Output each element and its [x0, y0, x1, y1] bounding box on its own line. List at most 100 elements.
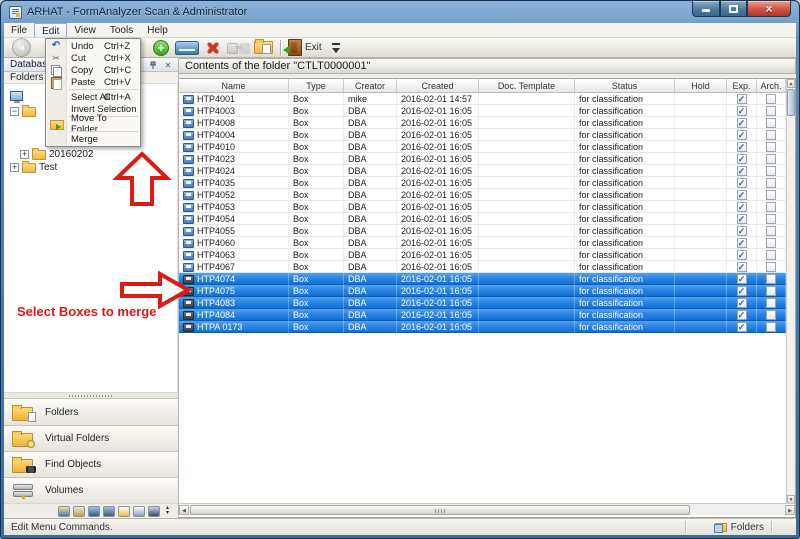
table-row[interactable]: HTP4083 Box DBA 2016-02-01 16:05 for classif…	[179, 297, 795, 309]
column-header-type[interactable]: Type	[289, 79, 344, 93]
table-row[interactable]: HTP4053 Box DBA 2016-02-01 16:05 for classif…	[179, 201, 795, 213]
table-row[interactable]: HTP4052 Box DBA 2016-02-01 16:05 for classif…	[179, 189, 795, 201]
menu-item-move-to-folder[interactable]: Move To Folder...	[46, 113, 140, 135]
menu-item-select-all[interactable]: Select All Ctrl+A	[46, 91, 140, 103]
column-header-arch[interactable]: Arch.	[757, 79, 786, 93]
table-row[interactable]: HTP4063 Box DBA 2016-02-01 16:05 for classif…	[179, 249, 795, 261]
nav-volumes[interactable]: Volumes	[4, 477, 178, 503]
exp-checkbox[interactable]: ✓	[736, 274, 747, 284]
arch-checkbox[interactable]	[766, 190, 776, 200]
close-button[interactable]: ×	[747, 1, 791, 17]
exp-checkbox[interactable]: ✓	[736, 190, 747, 200]
scan-button[interactable]	[173, 38, 201, 58]
table-row[interactable]: HTPA 0173 Box DBA 2016-02-01 16:05 for class…	[179, 321, 795, 333]
report-warning-icon[interactable]	[118, 505, 130, 517]
exp-checkbox[interactable]: ✓	[736, 322, 747, 332]
menu-item-cut[interactable]: CutCtrl+X	[46, 52, 140, 64]
exp-checkbox[interactable]: ✓	[736, 142, 747, 152]
horizontal-scrollbar[interactable]: ◀ ▶	[179, 503, 795, 515]
expand-icon[interactable]: +	[10, 163, 19, 172]
arch-checkbox[interactable]	[766, 226, 776, 236]
table-row[interactable]: HTP4024 Box DBA 2016-02-01 16:05 for classif…	[179, 165, 795, 177]
table-row[interactable]: HTP4054 Box DBA 2016-02-01 16:05 for classif…	[179, 213, 795, 225]
table-row[interactable]: HTP4023 Box DBA 2016-02-01 16:05 for classif…	[179, 153, 795, 165]
exp-checkbox[interactable]: ✓	[736, 262, 747, 272]
column-header-exp[interactable]: Exp.	[727, 79, 757, 93]
user-permissions-icon[interactable]	[58, 505, 70, 517]
table-row[interactable]: HTP4004 Box DBA 2016-02-01 16:05 for classif…	[179, 129, 795, 141]
exp-checkbox[interactable]: ✓	[736, 118, 747, 128]
arch-checkbox[interactable]	[766, 166, 776, 176]
monitor-settings-icon[interactable]	[103, 505, 115, 517]
delete-button[interactable]	[201, 38, 225, 58]
column-header-doc-template[interactable]: Doc. Template	[479, 79, 575, 93]
arch-checkbox[interactable]	[766, 118, 776, 128]
table-row[interactable]: HTP4001 Box mike 2016-02-01 14:57 for classi…	[179, 93, 795, 105]
expand-icon[interactable]: +	[20, 150, 29, 159]
exp-checkbox[interactable]: ✓	[736, 286, 747, 296]
exp-checkbox[interactable]: ✓	[736, 130, 747, 140]
exp-checkbox[interactable]: ✓	[736, 250, 747, 260]
column-header-hold[interactable]: Hold	[675, 79, 727, 93]
arch-checkbox[interactable]	[766, 238, 776, 248]
column-header-created[interactable]: Created	[397, 79, 479, 93]
column-header-name[interactable]: Name	[179, 79, 289, 93]
exit-button[interactable]: Exit	[283, 38, 324, 58]
scroll-right-arrow[interactable]: ▶	[785, 505, 795, 515]
menu-item-copy[interactable]: Copy Ctrl+C	[46, 64, 140, 77]
menu-help[interactable]: Help	[140, 23, 175, 37]
table-row[interactable]: HTP4067 Box DBA 2016-02-01 16:05 for classif…	[179, 261, 795, 273]
exp-checkbox[interactable]: ✓	[736, 106, 747, 116]
table-row[interactable]: HTP4084 Box DBA 2016-02-01 16:05 for classif…	[179, 309, 795, 321]
arch-checkbox[interactable]	[766, 142, 776, 152]
arch-checkbox[interactable]	[766, 274, 776, 284]
arch-checkbox[interactable]	[766, 286, 776, 296]
exp-checkbox[interactable]: ✓	[736, 310, 747, 320]
arch-checkbox[interactable]	[766, 250, 776, 260]
exp-checkbox[interactable]: ✓	[736, 226, 747, 236]
exp-checkbox[interactable]: ✓	[736, 202, 747, 212]
table-row[interactable]: HTP4074 Box DBA 2016-02-01 16:05 for classif…	[179, 273, 795, 285]
exp-checkbox[interactable]: ✓	[736, 214, 747, 224]
nav-virtual-folders[interactable]: Virtual Folders	[4, 425, 178, 451]
nav-find-objects[interactable]: Find Objects	[4, 451, 178, 477]
add-button[interactable]	[149, 38, 173, 58]
exp-checkbox[interactable]: ✓	[736, 238, 747, 248]
arch-checkbox[interactable]	[766, 154, 776, 164]
move-to-folder-button[interactable]	[251, 38, 275, 58]
table-row[interactable]: HTP4003 Box DBA 2016-02-01 16:05 for classif…	[179, 105, 795, 117]
arch-checkbox[interactable]	[766, 310, 776, 320]
minimize-button[interactable]	[692, 1, 720, 17]
arch-checkbox[interactable]	[766, 262, 776, 272]
menu-edit[interactable]: Edit	[34, 23, 68, 37]
scroll-left-arrow[interactable]: ◀	[179, 505, 189, 515]
exp-checkbox[interactable]: ✓	[736, 166, 747, 176]
pin-icon[interactable]	[148, 60, 158, 70]
monitor-icon[interactable]	[88, 505, 100, 517]
exp-checkbox[interactable]: ✓	[736, 298, 747, 308]
arch-checkbox[interactable]	[766, 106, 776, 116]
scroll-up-arrow[interactable]: ▲	[787, 79, 795, 88]
toolbar-overflow-button[interactable]	[324, 38, 348, 58]
table-row[interactable]: HTP4035 Box DBA 2016-02-01 16:05 for classif…	[179, 177, 795, 189]
title-bar[interactable]: ARHAT - FormAnalyzer Scan & Administrato…	[1, 1, 799, 23]
collapse-icon[interactable]: −	[10, 107, 19, 116]
menu-item-undo[interactable]: UndoCtrl+Z	[46, 40, 140, 52]
table-row[interactable]: HTP4075 Box DBA 2016-02-01 16:05 for classif…	[179, 285, 795, 297]
database-icon[interactable]	[73, 505, 85, 517]
menu-item-paste[interactable]: Paste Ctrl+V	[46, 76, 140, 90]
arch-checkbox[interactable]	[766, 214, 776, 224]
vertical-scroll-thumb[interactable]	[787, 89, 795, 116]
exp-checkbox[interactable]: ✓	[736, 94, 747, 104]
nav-folders[interactable]: Folders	[4, 399, 178, 425]
menu-tools[interactable]: Tools	[103, 23, 140, 37]
document-settings-icon[interactable]	[133, 505, 145, 517]
collapse-toggle-icon[interactable]: ▴ ▾	[163, 505, 172, 517]
table-row[interactable]: HTP4010 Box DBA 2016-02-01 16:05 for classif…	[179, 141, 795, 153]
table-row[interactable]: HTP4055 Box DBA 2016-02-01 16:05 for classif…	[179, 225, 795, 237]
arch-checkbox[interactable]	[766, 94, 776, 104]
column-header-creator[interactable]: Creator	[344, 79, 397, 93]
splitter-handle[interactable]	[4, 392, 178, 399]
exp-checkbox[interactable]: ✓	[736, 154, 747, 164]
arch-checkbox[interactable]	[766, 298, 776, 308]
